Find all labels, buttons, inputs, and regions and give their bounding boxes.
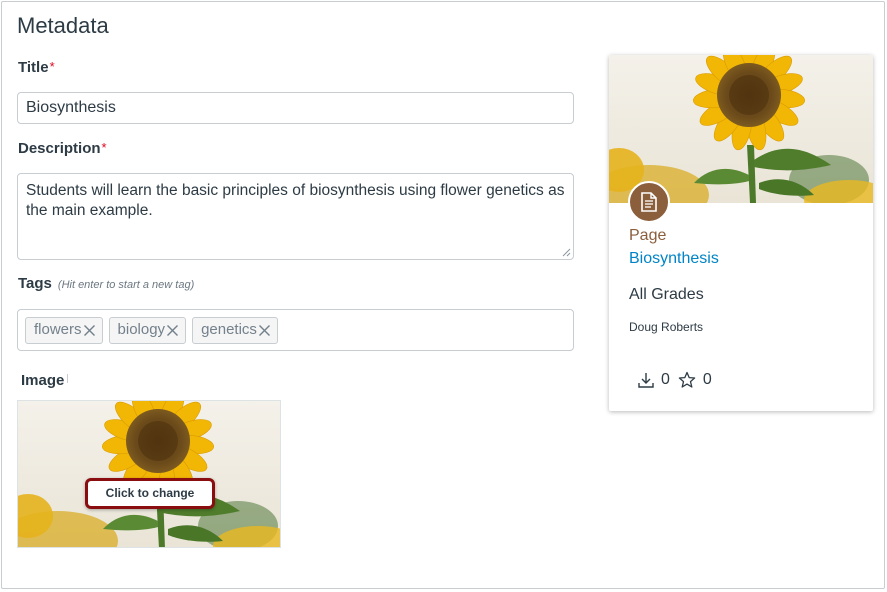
change-image-button[interactable]: Click to change (85, 478, 215, 509)
card-stats: 0 0 (637, 371, 712, 389)
resource-title-link[interactable]: Biosynthesis (629, 250, 719, 268)
tag-label: genetics (201, 321, 257, 338)
tag-label: biology (117, 321, 166, 338)
title-label-text: Title (18, 59, 49, 76)
tag-chip[interactable]: flowers (25, 317, 103, 344)
tags-label: Tags (Hit enter to start a new tag) (18, 275, 194, 292)
tags-label-text: Tags (18, 275, 52, 292)
description-textarea[interactable]: Students will learn the basic principles… (17, 173, 574, 260)
tags-input[interactable]: flowers biology genetics (17, 309, 574, 351)
remove-tag-icon[interactable] (83, 324, 96, 337)
title-label: Title* (18, 59, 55, 76)
title-input-value: Biosynthesis (26, 99, 116, 116)
document-icon (628, 181, 670, 223)
tag-label: flowers (34, 321, 82, 338)
download-count: 0 (661, 371, 670, 388)
title-input[interactable]: Biosynthesis (17, 92, 574, 124)
description-label-text: Description (18, 140, 101, 157)
author-name: Doug Roberts (629, 320, 704, 334)
star-icon (678, 371, 696, 388)
page-title: Metadata (17, 13, 109, 38)
image-label: Image (21, 372, 69, 389)
grade-level: All Grades (629, 286, 704, 303)
remove-tag-icon[interactable] (258, 324, 271, 337)
resize-handle-icon[interactable] (562, 248, 571, 257)
download-icon (638, 373, 654, 388)
resource-preview-card[interactable]: Page Biosynthesis All Grades Doug Robert… (609, 55, 873, 411)
description-label: Description* (18, 140, 107, 157)
info-icon (67, 374, 69, 383)
metadata-panel: Metadata Title* Biosynthesis Description… (1, 1, 885, 589)
required-mark: * (49, 59, 55, 74)
resource-type: Page (629, 227, 667, 244)
description-value: Students will learn the basic principles… (26, 182, 565, 219)
remove-tag-icon[interactable] (166, 324, 179, 337)
image-preview[interactable] (17, 400, 281, 548)
tag-chip[interactable]: genetics (192, 317, 278, 344)
favorite-count: 0 (702, 371, 712, 388)
image-label-text: Image (21, 372, 65, 389)
tag-chip[interactable]: biology (108, 317, 187, 344)
tags-hint: (Hit enter to start a new tag) (57, 279, 195, 291)
sunflower-image (18, 401, 280, 547)
required-mark: * (101, 140, 107, 155)
